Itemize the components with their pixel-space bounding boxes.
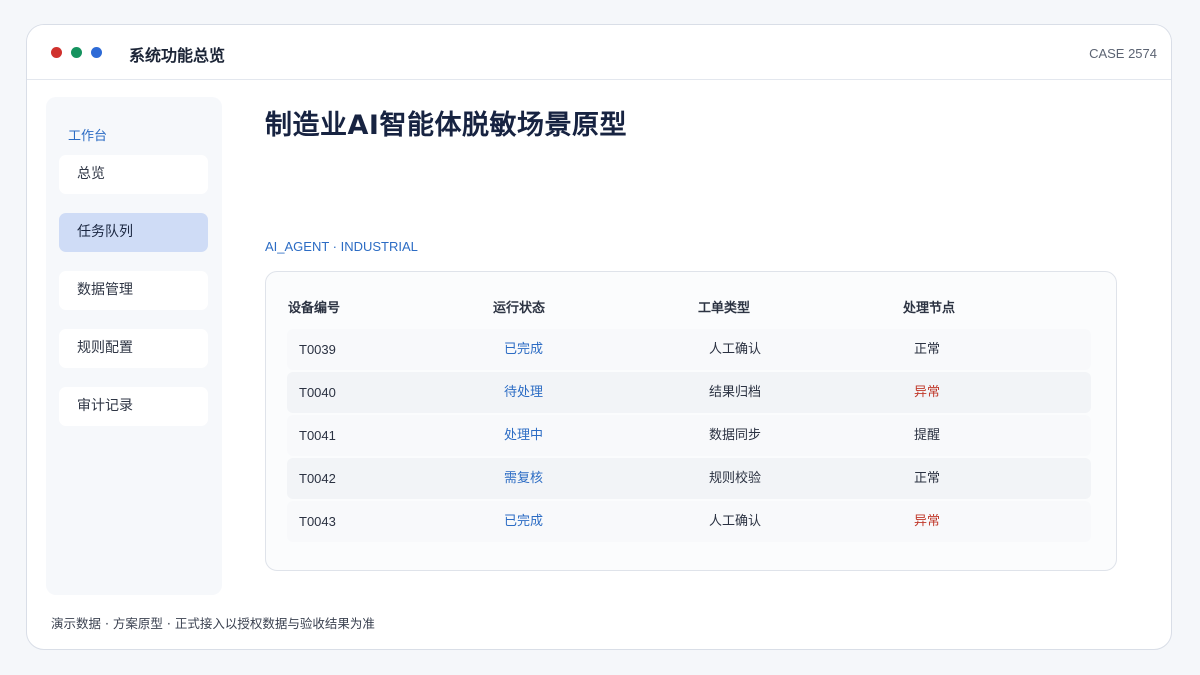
sidebar-item-task-queue[interactable]: 任务队列 [59, 213, 208, 252]
ticket-type-cell: 人工确认 [709, 342, 762, 357]
sidebar-item-label: 任务队列 [77, 224, 133, 240]
column-header-device-id: 设备编号 [288, 301, 341, 316]
sidebar-heading: 工作台 [68, 129, 108, 144]
status-cell: 需复核 [504, 471, 544, 486]
sidebar-item-audit-log[interactable]: 审计记录 [59, 387, 208, 426]
process-node-cell: 正常 [914, 471, 941, 486]
case-id-label: CASE 2574 [1089, 46, 1157, 61]
process-node-cell: 正常 [914, 342, 941, 357]
sidebar-item-label: 总览 [77, 166, 105, 182]
column-header-ticket-type: 工单类型 [698, 301, 751, 316]
sidebar-item-rule-config[interactable]: 规则配置 [59, 329, 208, 368]
status-cell: 已完成 [504, 514, 544, 529]
status-cell: 待处理 [504, 385, 544, 400]
device-id-cell: T0041 [299, 428, 336, 443]
app-title: 系统功能总览 [129, 46, 226, 65]
sidebar-item-label: 审计记录 [77, 398, 133, 414]
sidebar-item-data-management[interactable]: 数据管理 [59, 271, 208, 310]
footer-note: 演示数据 · 方案原型 · 正式接入以授权数据与验收结果为准 [51, 616, 375, 631]
process-node-cell: 异常 [914, 514, 941, 529]
ticket-type-cell: 结果归档 [709, 385, 762, 400]
device-id-cell: T0039 [299, 342, 336, 357]
device-id-cell: T0042 [299, 471, 336, 486]
sidebar: 工作台 总览 任务队列 数据管理 规则配置 审计记录 [46, 97, 222, 595]
page-subtitle: AI_AGENT · INDUSTRIAL [265, 239, 418, 254]
table-row[interactable]: T0041 处理中 数据同步 提醒 [287, 415, 1091, 456]
ticket-type-cell: 数据同步 [709, 428, 762, 443]
app-window: 系统功能总览 CASE 2574 工作台 总览 任务队列 数据管理 规则配置 审… [26, 24, 1172, 650]
column-header-run-status: 运行状态 [493, 301, 546, 316]
maximize-window-button[interactable] [91, 47, 102, 58]
table-row[interactable]: T0039 已完成 人工确认 正常 [287, 329, 1091, 370]
title-bar: 系统功能总览 CASE 2574 [27, 25, 1171, 80]
ticket-type-cell: 人工确认 [709, 514, 762, 529]
minimize-window-button[interactable] [71, 47, 82, 58]
status-cell: 处理中 [504, 428, 544, 443]
table-row[interactable]: T0043 已完成 人工确认 异常 [287, 501, 1091, 542]
column-header-process-node: 处理节点 [903, 301, 956, 316]
device-id-cell: T0043 [299, 514, 336, 529]
status-cell: 已完成 [504, 342, 544, 357]
table-row[interactable]: T0040 待处理 结果归档 异常 [287, 372, 1091, 413]
process-node-cell: 提醒 [914, 428, 941, 443]
device-id-cell: T0040 [299, 385, 336, 400]
device-table: 设备编号 运行状态 工单类型 处理节点 T0039 已完成 人工确认 正常 T0… [265, 271, 1117, 571]
table-row[interactable]: T0042 需复核 规则校验 正常 [287, 458, 1091, 499]
sidebar-item-overview[interactable]: 总览 [59, 155, 208, 194]
sidebar-item-label: 规则配置 [77, 340, 133, 356]
sidebar-item-label: 数据管理 [77, 282, 133, 298]
ticket-type-cell: 规则校验 [709, 471, 762, 486]
process-node-cell: 异常 [914, 385, 941, 400]
page-title: 制造业AI智能体脱敏场景原型 [265, 110, 627, 141]
close-window-button[interactable] [51, 47, 62, 58]
